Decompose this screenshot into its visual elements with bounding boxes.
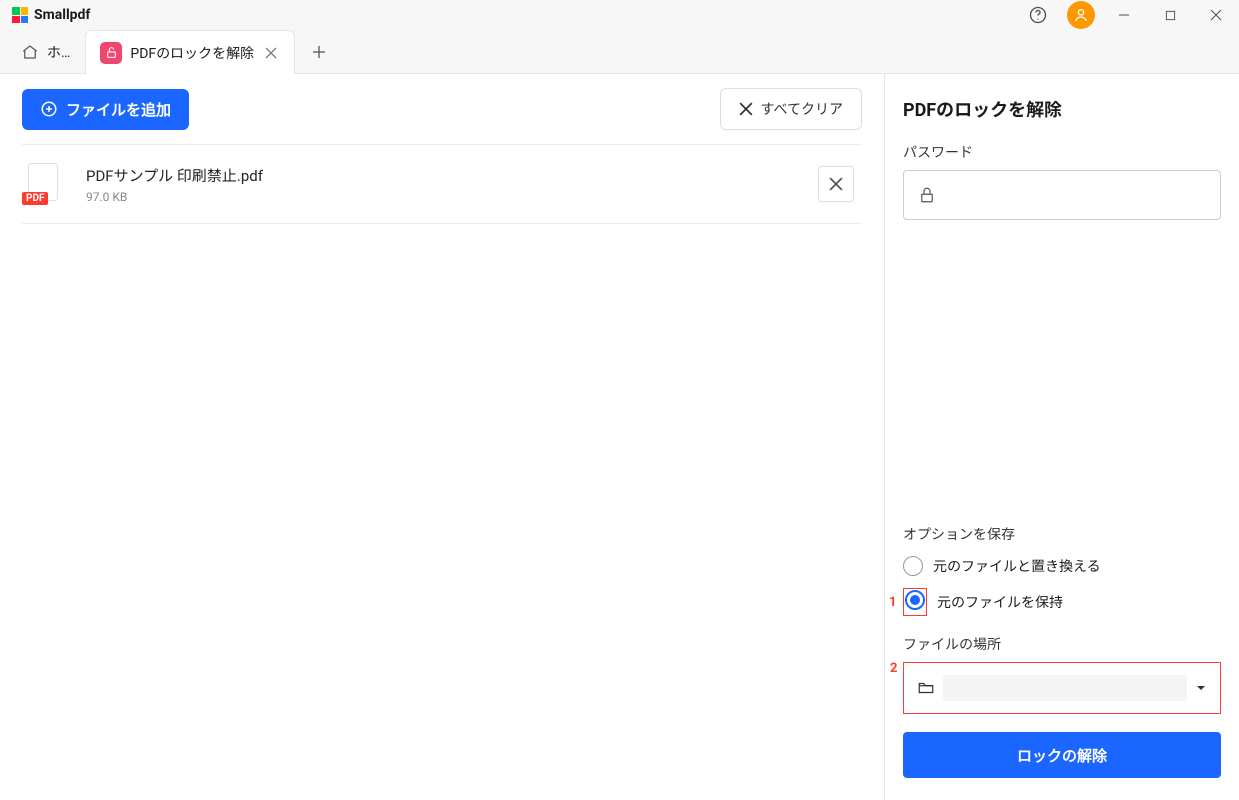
main-column: ファイルを追加 すべてクリア PDF PDFサンプル 印刷禁止.pdf 97.0… (0, 74, 884, 800)
annotation-highlight-1 (903, 588, 927, 616)
window-close-button[interactable] (1193, 0, 1239, 30)
file-location-picker[interactable] (907, 666, 1217, 710)
file-name: PDFサンプル 印刷禁止.pdf (86, 165, 818, 186)
tab-home[interactable]: ホ… (10, 30, 81, 73)
home-icon (21, 43, 39, 61)
app-logo: Smallpdf (12, 7, 90, 23)
plus-circle-icon (40, 100, 58, 118)
chevron-down-icon (1195, 682, 1207, 694)
radio-keep[interactable] (905, 590, 925, 610)
unlock-tab-icon (100, 42, 122, 64)
clear-all-button[interactable]: すべてクリア (720, 88, 862, 130)
account-button[interactable] (1067, 1, 1095, 29)
annotation-marker-1: 1 (889, 595, 896, 610)
tabs-row: ホ… PDFのロックを解除 (0, 30, 1239, 74)
maximize-icon (1165, 10, 1176, 21)
lock-icon (918, 186, 936, 204)
save-options-label: オプションを保存 (903, 524, 1221, 544)
help-icon (1028, 5, 1048, 25)
minimize-icon (1118, 9, 1130, 21)
window-maximize-button[interactable] (1147, 0, 1193, 30)
annotation-highlight-2: 2 (903, 662, 1221, 714)
tab-unlock-label: PDFのロックを解除 (130, 43, 254, 63)
file-list: PDF PDFサンプル 印刷禁止.pdf 97.0 KB (0, 144, 884, 224)
folder-icon (917, 679, 935, 697)
password-input[interactable] (946, 171, 1206, 219)
side-panel: PDFのロックを解除 パスワード オプションを保存 元のファイルと置き換える 1… (884, 74, 1239, 800)
radio-keep-label: 元のファイルを保持 (937, 592, 1063, 612)
unlock-button-label: ロックの解除 (1017, 748, 1107, 765)
unlock-button[interactable]: ロックの解除 (903, 732, 1221, 778)
clear-all-label: すべてクリア (761, 99, 843, 119)
app-name: Smallpdf (34, 7, 90, 23)
main-toolbar: ファイルを追加 すべてクリア (0, 74, 884, 144)
close-icon (265, 47, 277, 59)
tab-close-button[interactable] (262, 47, 280, 59)
radio-keep-row[interactable]: 1 元のファイルを保持 (903, 588, 1221, 616)
panel-title: PDFのロックを解除 (903, 96, 1221, 122)
password-label: パスワード (903, 142, 1221, 162)
location-label: ファイルの場所 (903, 634, 1221, 654)
file-row[interactable]: PDF PDFサンプル 印刷禁止.pdf 97.0 KB (22, 144, 862, 224)
add-files-label: ファイルを追加 (66, 99, 171, 120)
window-minimize-button[interactable] (1101, 0, 1147, 30)
radio-replace-row[interactable]: 元のファイルと置き換える (903, 556, 1221, 576)
close-icon (739, 102, 753, 116)
add-files-button[interactable]: ファイルを追加 (22, 89, 189, 130)
help-button[interactable] (1015, 0, 1061, 30)
file-location-path (943, 675, 1187, 701)
close-icon (829, 177, 843, 191)
titlebar: Smallpdf (0, 0, 1239, 30)
file-thumb-icon: PDF (22, 163, 64, 205)
close-icon (1210, 9, 1222, 21)
password-field-wrap[interactable] (903, 170, 1221, 220)
remove-file-button[interactable] (818, 166, 854, 202)
radio-replace[interactable] (903, 556, 923, 576)
new-tab-button[interactable] (299, 30, 339, 73)
tab-unlock-pdf[interactable]: PDFのロックを解除 (85, 30, 295, 74)
annotation-marker-2: 2 (890, 661, 897, 676)
user-icon (1073, 7, 1089, 23)
file-size: 97.0 KB (86, 190, 818, 204)
logo-mark-icon (12, 7, 28, 23)
file-type-badge: PDF (22, 192, 48, 205)
plus-icon (312, 45, 326, 59)
radio-replace-label: 元のファイルと置き換える (933, 556, 1101, 576)
tab-home-label: ホ… (47, 42, 70, 62)
